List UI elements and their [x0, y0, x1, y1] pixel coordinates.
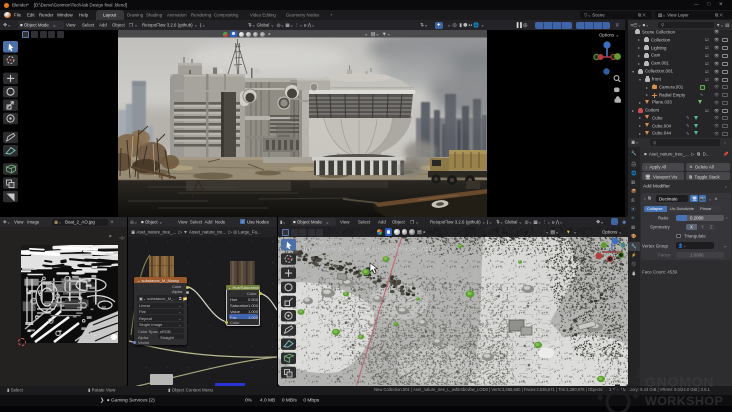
svg-text:THE: THE — [635, 369, 641, 380]
svg-text:GNOMON: GNOMON — [645, 375, 714, 390]
svg-text:WORKSHOP: WORKSHOP — [645, 394, 723, 408]
